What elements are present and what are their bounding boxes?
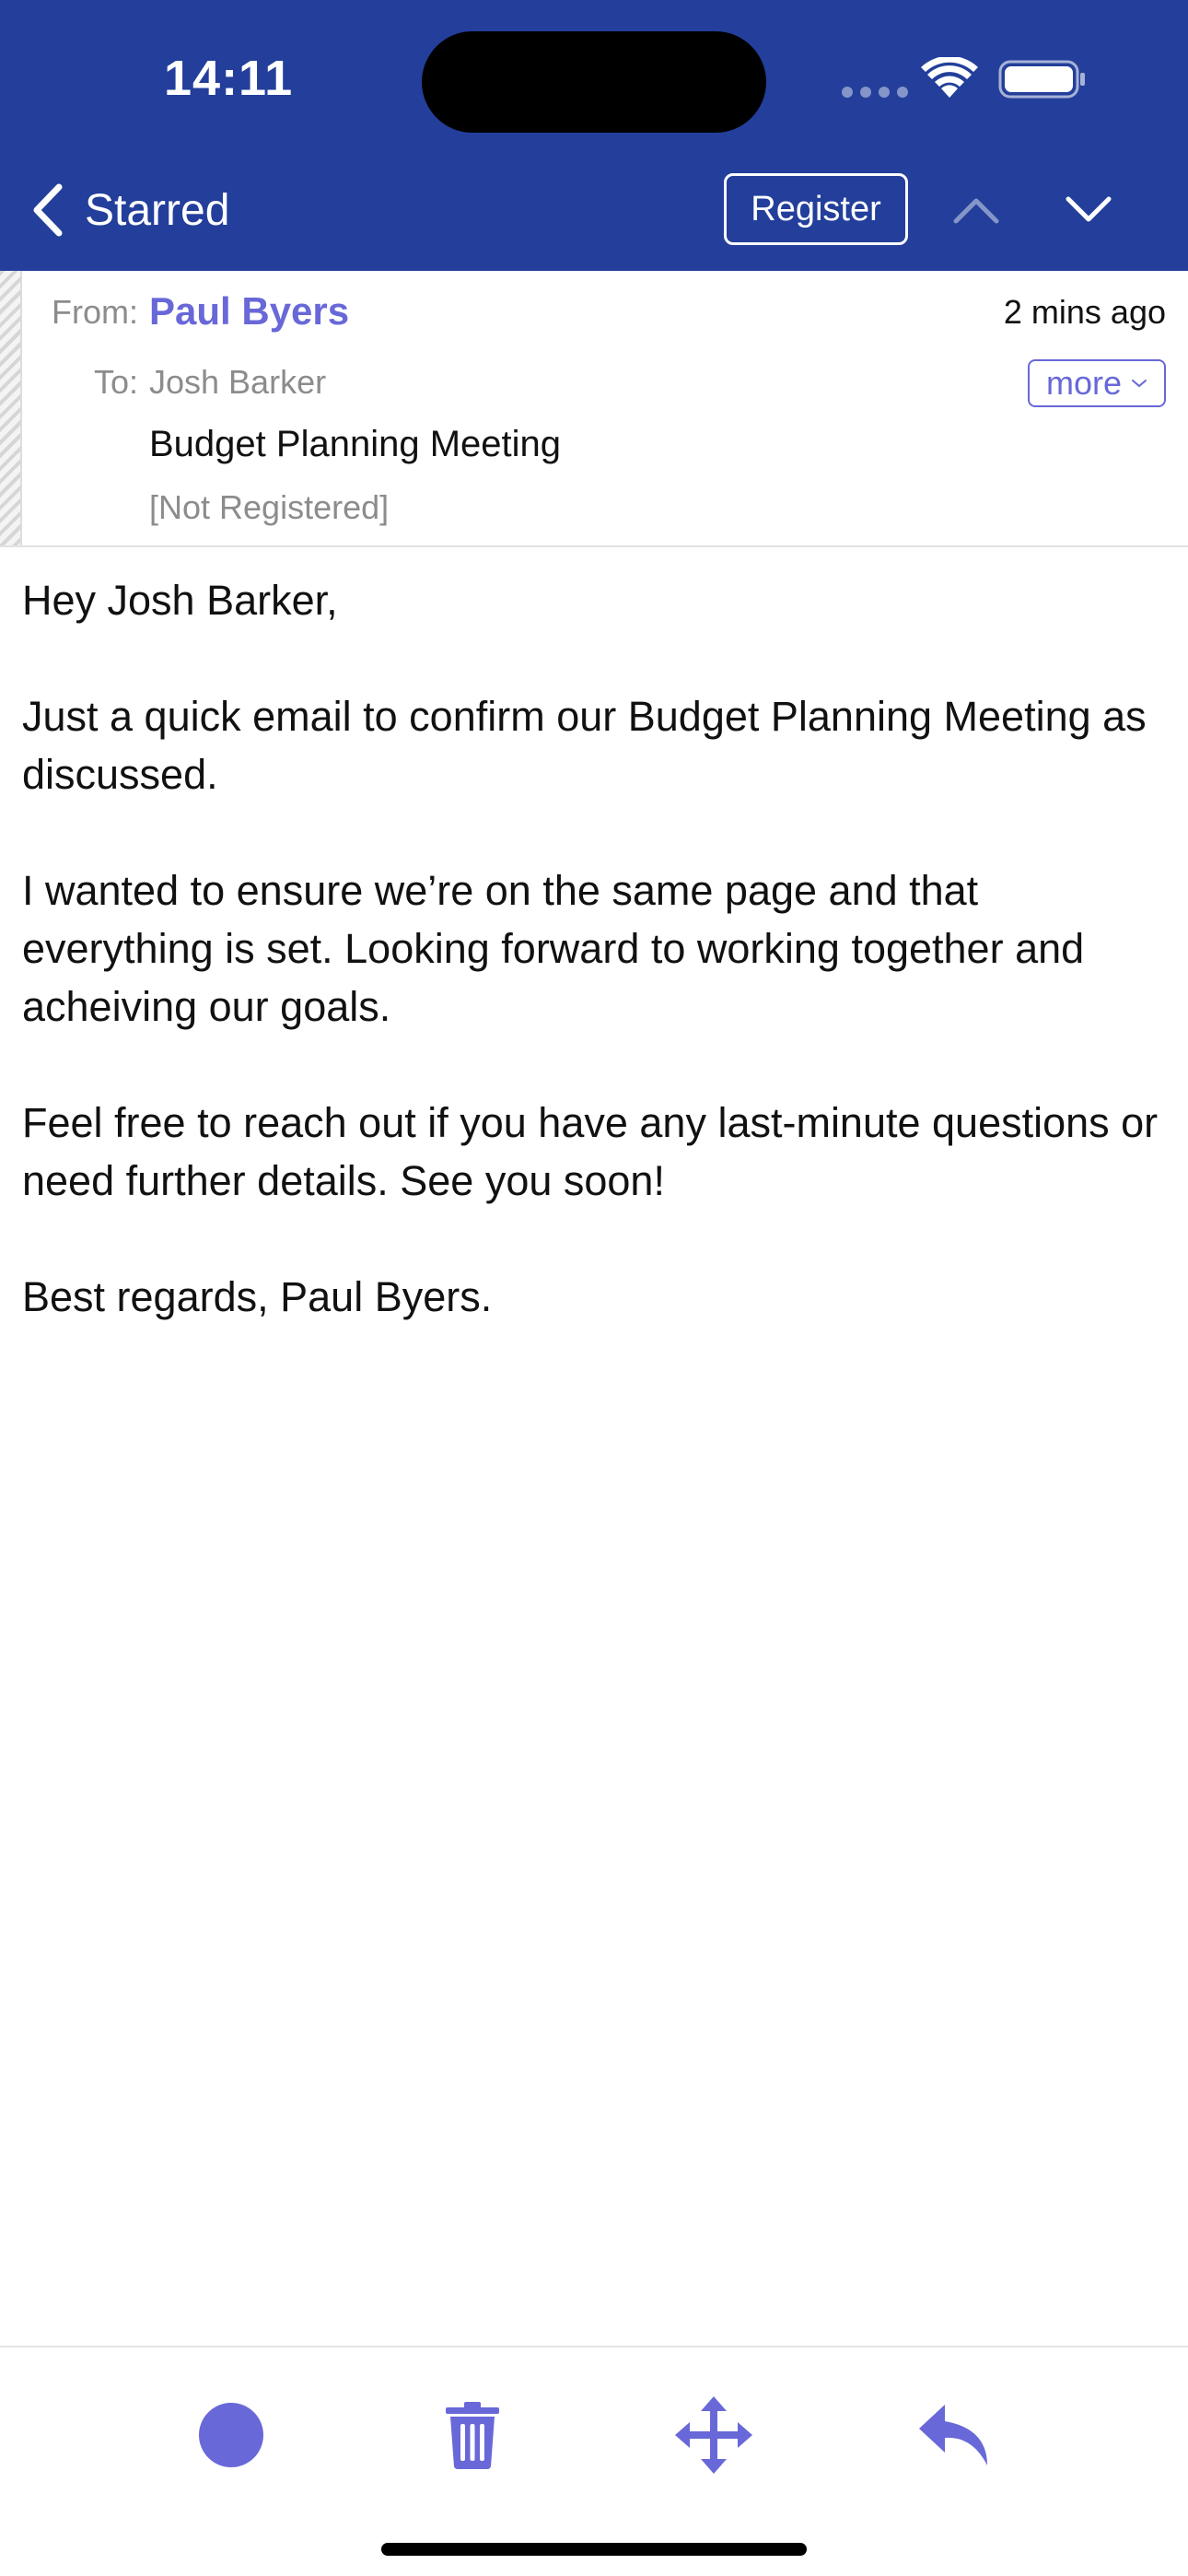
battery-icon xyxy=(998,60,1085,99)
home-indicator xyxy=(381,2543,807,2556)
body-paragraph: I wanted to ensure we’re on the same pag… xyxy=(22,867,1085,1030)
register-button[interactable]: Register xyxy=(724,173,908,245)
more-details-button[interactable]: more xyxy=(1028,359,1166,407)
to-label: To: xyxy=(94,363,139,401)
body-paragraph: Feel free to reach out if you have any l… xyxy=(22,1099,1159,1204)
recipient-name: Josh Barker xyxy=(149,363,327,401)
body-paragraph: Just a quick email to confirm our Budget… xyxy=(22,693,1147,798)
mark-unread-button[interactable] xyxy=(190,2394,273,2476)
nav-header: 14:11 Starred Register xyxy=(0,0,1188,271)
reply-button[interactable] xyxy=(914,2394,996,2476)
message-subject: Budget Planning Meeting xyxy=(149,424,561,464)
message-body: Hey Josh Barker, Just a quick email to c… xyxy=(22,571,1164,1384)
chevron-down-icon xyxy=(1132,380,1147,388)
status-time: 14:11 xyxy=(164,51,294,106)
move-button[interactable] xyxy=(672,2394,755,2476)
next-message-button[interactable] xyxy=(1061,184,1116,234)
email-view-screen: 14:11 Starred Register From: Paul Byers … xyxy=(0,0,1188,2576)
bottom-toolbar xyxy=(0,2346,1188,2576)
wifi-icon xyxy=(921,57,978,98)
delete-button[interactable] xyxy=(431,2394,514,2476)
sender-name[interactable]: Paul Byers xyxy=(149,289,349,334)
unread-dot-icon xyxy=(199,2403,263,2467)
message-timestamp: 2 mins ago xyxy=(1003,293,1166,331)
previous-message-button[interactable] xyxy=(949,184,1004,234)
message-header: From: Paul Byers 2 mins ago To: Josh Bar… xyxy=(0,271,1188,547)
back-label: Starred xyxy=(85,185,230,235)
back-button[interactable]: Starred xyxy=(28,175,229,245)
more-label: more xyxy=(1045,364,1123,402)
chevron-left-icon xyxy=(33,183,63,237)
registration-status: [Not Registered] xyxy=(149,488,390,526)
from-label: From: xyxy=(52,293,138,331)
cellular-signal-icon xyxy=(842,87,908,98)
body-paragraph: Best regards, Paul Byers. xyxy=(22,1273,493,1320)
dynamic-island xyxy=(422,31,766,133)
trash-icon xyxy=(446,2402,499,2469)
move-icon xyxy=(675,2396,752,2474)
body-paragraph: Hey Josh Barker, xyxy=(22,577,338,624)
unregistered-stripe xyxy=(0,271,22,545)
reply-icon xyxy=(919,2405,987,2465)
